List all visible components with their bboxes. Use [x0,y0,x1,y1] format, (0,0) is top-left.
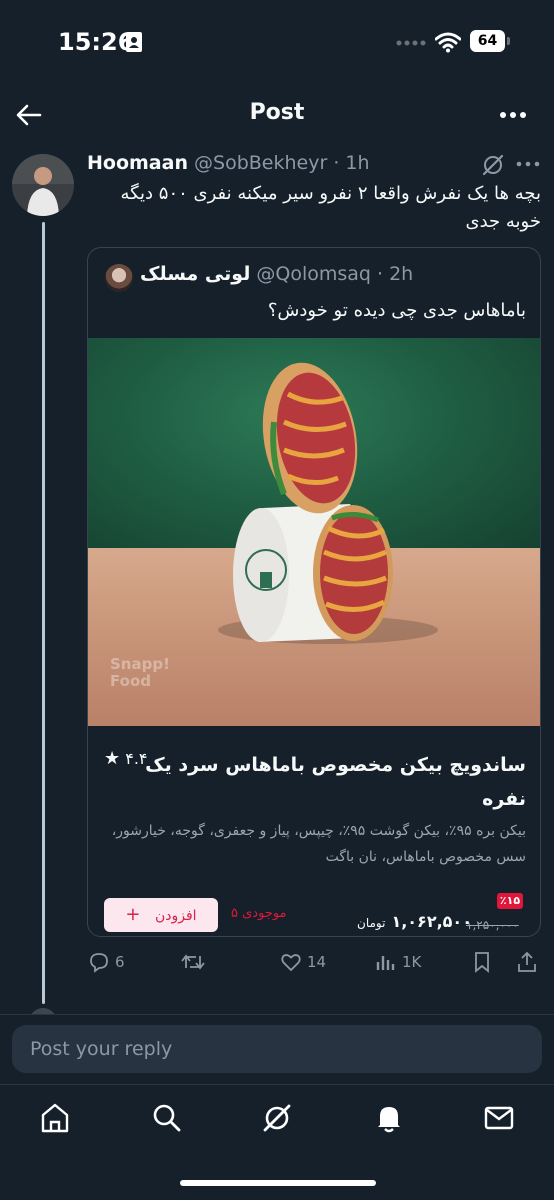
quoted-time: · 2h [377,263,414,285]
repost-action[interactable] [180,947,206,977]
messages-icon[interactable] [482,1101,516,1135]
battery-indicator: 64 [470,30,510,52]
grok-icon[interactable] [260,1101,294,1135]
views-count: 1K [402,953,422,971]
home-indicator [180,1180,376,1186]
page-title: Post [249,100,305,125]
wifi-icon [435,32,461,53]
battery-cap [507,37,510,45]
quoted-text: باماهاس جدی چی دیده تو خودش؟ [267,300,526,321]
grok-icon[interactable] [481,153,505,177]
add-to-cart-button[interactable]: افزودن + [104,898,218,932]
quoted-author-name[interactable]: لوتی مسلک [140,263,250,285]
star-icon: ★ [104,748,121,769]
avatar-image [12,154,74,216]
image-watermark: Snapp! Food [110,656,170,690]
discount-badge: ٪۱۵ [497,893,523,909]
repost-icon [181,954,205,970]
status-bar: 15:26 64 [0,0,554,84]
thread-line [42,222,45,1004]
views-icon [376,956,395,970]
search-icon[interactable] [150,1101,184,1135]
quoted-header: لوتی مسلک @Qolomsaq · 2h [140,263,413,285]
watermark-line-1: Snapp! [110,655,170,673]
add-button-label: افزودن [154,908,197,924]
notifications-icon[interactable] [372,1101,406,1135]
like-icon [281,954,301,972]
reply-action[interactable]: 6 [87,947,125,977]
quoted-author-handle[interactable]: @Qolomsaq [256,263,371,285]
avatar[interactable] [12,154,74,216]
plus-icon: + [125,904,141,925]
header: Post [0,88,554,142]
stock-label: موجودی ۵ [231,906,287,921]
new-price-value: ۱,۰۶۲,۵۰۰ [391,912,472,931]
tweet-text: بچه ها یک نفرش واقعا ۲ نفرو سیر میکنه نف… [120,183,541,232]
watermark-line-2: Food [110,672,151,690]
tweet-time: · 1h [333,152,370,174]
reply-input[interactable]: Post your reply [12,1025,542,1073]
bookmark-action[interactable] [471,947,493,977]
id-card-icon [126,32,142,52]
rating-value: ۴.۴ [125,749,148,768]
product-title: ساندویچ بیکن مخصوص باماهاس سرد یک نفره [145,754,526,810]
tweet-more-icon[interactable] [515,152,541,176]
product-rating: ★ ۴.۴ [104,748,148,769]
old-price: ۱,۲۵۰,۰۰۰ [466,918,519,932]
share-action[interactable] [515,947,539,977]
status-time: 15:26 [58,28,135,56]
action-bar: 6 14 1K [87,947,541,977]
product-description: بیکن بره ۹۵٪، بیکن گوشت ۹۵٪، چیپس، پیاز … [111,823,526,865]
author-name[interactable]: Hoomaan [87,152,188,174]
share-icon [518,951,536,972]
bookmark-icon [475,952,489,973]
like-count: 14 [307,953,327,971]
like-action[interactable]: 14 [279,947,326,977]
reply-count: 6 [115,953,125,971]
reply-icon [90,953,108,973]
quoted-avatar[interactable] [105,264,133,292]
product-image[interactable]: Snapp! Food [88,338,540,726]
currency-label: تومان [357,916,386,930]
author-handle[interactable]: @SobBekheyr [194,152,327,174]
quoted-post[interactable]: لوتی مسلک @Qolomsaq · 2h باماهاس جدی چی … [87,247,541,937]
reply-bar: Post your reply [0,1014,554,1084]
tweet-header: Hoomaan @SobBekheyr · 1h [87,152,544,178]
home-icon[interactable] [38,1101,72,1135]
more-icon[interactable] [498,100,528,130]
views-action[interactable]: 1K [374,947,421,977]
signal-icon [396,40,426,46]
new-price: ۱,۰۶۲,۵۰۰ تومان [357,912,472,931]
battery-level: 64 [470,30,505,52]
